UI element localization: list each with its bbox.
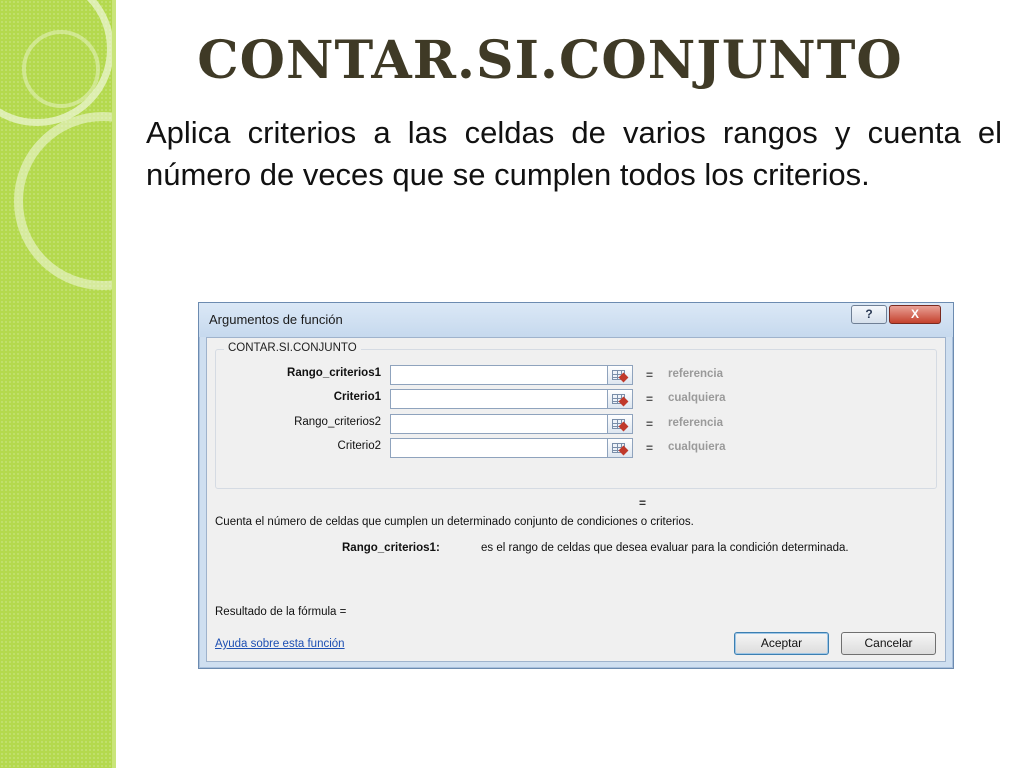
argument-description-text: es el rango de celdas que desea evaluar … [481, 542, 849, 554]
decorative-ring [22, 30, 100, 108]
dialog-titlebar[interactable]: Argumentos de función ? X [199, 303, 953, 337]
collapse-dialog-button[interactable] [607, 389, 633, 409]
arg-input-criterio2[interactable] [390, 438, 610, 458]
arg-label-rango-criterios1: Rango_criterios1 [287, 367, 381, 379]
arrow-icon [618, 421, 629, 432]
equals-sign: = [646, 368, 654, 382]
argument-description-name: Rango_criterios1: [342, 542, 440, 554]
arg-hint-criterio1: cualquiera [668, 392, 726, 404]
collapse-dialog-button[interactable] [607, 365, 633, 385]
cancel-button[interactable]: Cancelar [841, 632, 936, 655]
help-button[interactable]: ? [851, 305, 887, 324]
arg-label-criterio2: Criterio2 [337, 440, 381, 452]
arg-hint-rango-criterios2: referencia [668, 417, 723, 429]
collapse-dialog-button[interactable] [607, 414, 633, 434]
decorative-side-band [0, 0, 192, 768]
arg-label-rango-criterios2: Rango_criterios2 [294, 416, 381, 428]
arrow-icon [618, 445, 629, 456]
dialog-client-area: CONTAR.SI.CONJUNTO Rango_criterios1 = re… [206, 337, 946, 662]
slide-title: CONTAR.SI.CONJUNTO [197, 30, 903, 91]
arg-input-rango-criterios2[interactable] [390, 414, 610, 434]
arrow-icon [618, 396, 629, 407]
function-description: Cuenta el número de celdas que cumplen u… [215, 516, 694, 528]
arg-input-criterio1[interactable] [390, 389, 610, 409]
equals-sign: = [646, 417, 654, 431]
arguments-group: CONTAR.SI.CONJUNTO Rango_criterios1 = re… [215, 342, 937, 489]
function-arguments-dialog: Argumentos de función ? X CONTAR.SI.CONJ… [198, 302, 954, 669]
arg-hint-criterio2: cualquiera [668, 441, 726, 453]
group-label: CONTAR.SI.CONJUNTO [224, 342, 361, 354]
equals-sign: = [646, 441, 654, 455]
decorative-band-edge [112, 0, 116, 768]
slide-body-text: Aplica criterios a las celdas de varios … [146, 115, 1002, 192]
collapse-dialog-button[interactable] [607, 438, 633, 458]
result-equals-sign: = [639, 496, 647, 510]
formula-result-label: Resultado de la fórmula = [215, 606, 347, 618]
close-button[interactable]: X [889, 305, 941, 324]
help-on-function-link[interactable]: Ayuda sobre esta función [215, 638, 345, 650]
arg-label-criterio1: Criterio1 [333, 391, 381, 403]
equals-sign: = [646, 392, 654, 406]
arrow-icon [618, 372, 629, 383]
arg-hint-rango-criterios1: referencia [668, 368, 723, 380]
ok-button[interactable]: Aceptar [734, 632, 829, 655]
dialog-title: Argumentos de función [209, 312, 343, 327]
arg-input-rango-criterios1[interactable] [390, 365, 610, 385]
